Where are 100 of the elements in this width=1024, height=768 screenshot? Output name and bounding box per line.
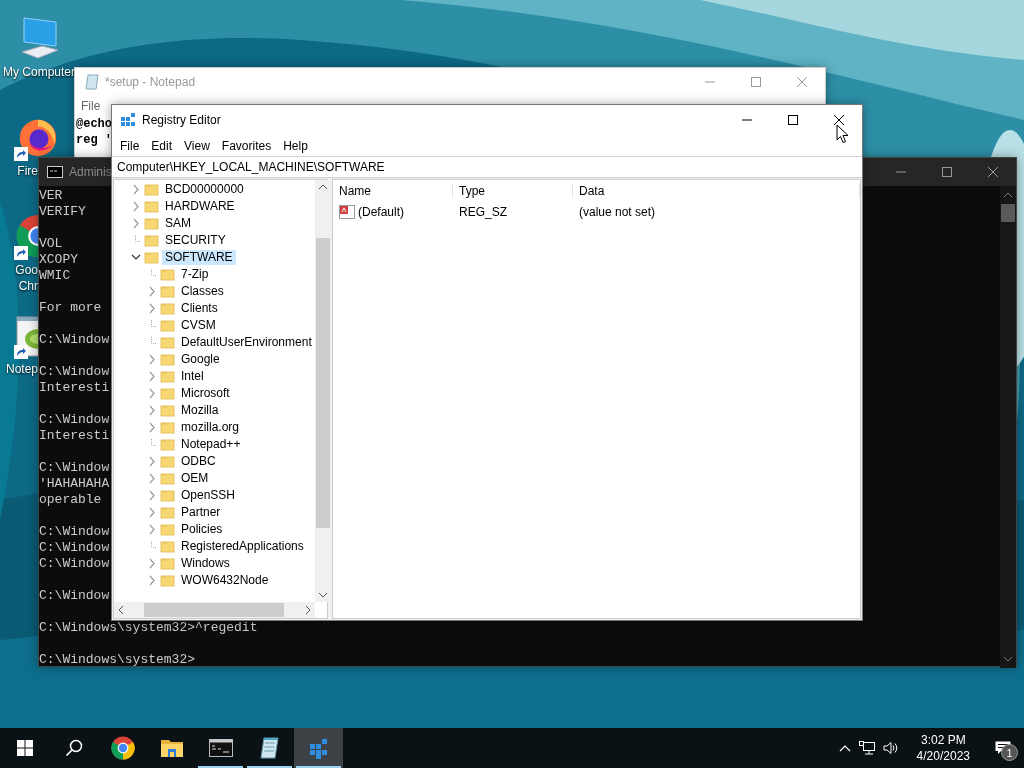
tree-item[interactable]: Windows [178,556,233,571]
registry-cubes-icon [120,112,136,128]
tree-item[interactable]: OEM [178,471,212,486]
tree-item[interactable]: Mozilla [178,403,222,418]
console-line: XCOPY [39,252,78,268]
desktop-icon-label[interactable]: Goo [15,262,38,278]
menu-item[interactable]: File [114,138,146,153]
console-line: C:\Window [39,540,110,556]
minimize-icon [896,171,906,173]
console-line: WMIC [39,268,71,284]
folder-icon [160,420,175,435]
column-header[interactable]: Name [333,184,453,198]
tree-item[interactable]: SAM [162,216,194,231]
minimize-icon [742,119,752,121]
folder-icon [160,539,175,554]
scroll-down-icon[interactable] [1003,656,1013,662]
network-icon[interactable] [858,741,875,755]
registry-cubes-icon [307,736,330,760]
mouse-cursor-icon [836,124,849,144]
folder-icon [144,182,159,197]
console-line: C:\Window [39,412,110,428]
menu-item[interactable]: File [81,99,101,113]
folder-icon [160,284,175,299]
tree-item[interactable]: HARDWARE [162,199,238,214]
scroll-right-icon[interactable] [304,605,311,615]
desktop-icon-label[interactable]: Chr [18,278,38,294]
tree-item[interactable]: Google [178,352,223,367]
notepad-icon [258,736,281,760]
menu-item[interactable]: Favorites [215,138,278,153]
tree-item[interactable]: BCD00000000 [162,182,247,197]
taskbar-button[interactable] [294,728,343,768]
scroll-left-icon[interactable] [118,605,124,615]
chrome-icon [110,736,135,760]
console-line: Interesti [39,428,110,444]
tree-item[interactable]: SOFTWARE [162,250,236,265]
tree-item[interactable]: Classes [178,284,227,299]
vertical-scrollbar[interactable] [314,180,331,602]
address-bar[interactable]: Computer\HKEY_LOCAL_MACHINE\SOFTWARE [112,156,862,178]
string-value-icon [339,205,355,219]
console-line: operable [39,492,102,508]
tree-item[interactable]: Intel [178,369,207,384]
window-title: Registry Editor [141,113,221,127]
tree-item[interactable]: RegisteredApplications [178,539,307,554]
tree-item[interactable]: mozilla.org [178,420,243,435]
clock[interactable]: 3:02 PM 4/20/2023 [906,732,980,764]
horizontal-scrollbar[interactable] [114,602,315,618]
minimize-icon [705,81,715,83]
close-icon [834,115,844,125]
tree-line [151,439,157,446]
text-line: @echo [76,116,112,132]
folder-icon [160,267,175,282]
scroll-up-icon[interactable] [1003,192,1013,198]
windows-logo-icon [16,740,33,756]
column-header[interactable]: Data [573,184,860,198]
tree-item[interactable]: WOW6432Node [178,573,272,588]
folder-icon [160,471,175,486]
chevron-up-icon[interactable] [838,744,851,752]
folder-icon [160,522,175,537]
tree-item[interactable]: Clients [178,301,221,316]
tree-item[interactable]: DefaultUserEnvironment [178,335,315,350]
console-line: C:\Window [39,556,110,572]
search-icon [64,739,83,757]
desktop-icon-label[interactable]: My Computer [3,64,75,80]
console-line: VER [39,188,63,204]
tree-line [151,320,157,327]
tree-item[interactable]: 7-Zip [178,267,212,282]
terminal-icon [47,166,63,178]
tree-line [135,235,141,242]
menu-item[interactable]: Edit [145,138,179,153]
tree-line [151,269,157,276]
console-line: 'HAHAHAHA [39,476,110,492]
window-title: Adminis [68,165,112,179]
tree-item[interactable]: SECURITY [162,233,229,248]
folder-icon [160,454,175,469]
table-cell[interactable]: (Default) [358,205,404,219]
scrollbar-thumb[interactable] [1001,204,1015,222]
desktop-icon-label[interactable]: Fire [17,163,38,179]
folder-icon [160,369,175,384]
maximize-icon [751,77,761,87]
speaker-icon[interactable] [882,741,899,755]
console-line: C:\Window [39,364,110,380]
tree-item[interactable]: ODBC [178,454,219,469]
maximize-icon [942,167,952,177]
menu-item[interactable]: Help [277,138,314,153]
column-header[interactable]: Type [453,184,573,198]
desktop-icon-label[interactable]: Notep [5,361,38,377]
tree-item[interactable]: Policies [178,522,226,537]
tree-item[interactable]: CVSM [178,318,219,333]
scroll-down-icon[interactable] [317,592,328,598]
tree-item[interactable]: Notepad++ [178,437,244,452]
menu-item[interactable]: View [178,138,216,153]
tree-item[interactable]: Microsoft [178,386,233,401]
folder-icon [144,233,159,248]
tree-item[interactable]: OpenSSH [178,488,239,503]
folder-icon [159,737,184,759]
scrollbar[interactable] [1000,186,1016,668]
scroll-up-icon[interactable] [317,184,328,190]
close-icon [988,167,998,177]
notification-button[interactable]: 1 [988,733,1018,763]
tree-item[interactable]: Partner [178,505,224,520]
